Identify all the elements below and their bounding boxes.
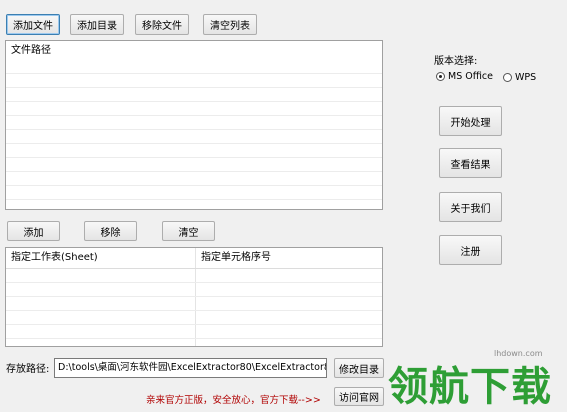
- radio-unchecked-icon: [503, 73, 512, 82]
- add-sheet-button[interactable]: 添加: [7, 221, 60, 241]
- list-row-divider: [6, 129, 382, 130]
- add-directory-button[interactable]: 添加目录: [70, 14, 124, 35]
- list-row-divider: [6, 87, 382, 88]
- list-row-divider: [6, 171, 382, 172]
- about-us-button[interactable]: 关于我们: [439, 192, 502, 222]
- modify-directory-button[interactable]: 修改目录: [334, 358, 384, 378]
- ms-office-label: MS Office: [448, 71, 493, 82]
- wps-label: WPS: [515, 72, 537, 83]
- remove-file-button[interactable]: 移除文件: [135, 14, 189, 35]
- watermark-logo: 领航下载: [388, 364, 552, 410]
- table-row-divider: [6, 310, 382, 311]
- save-path-field[interactable]: D:\tools\桌面\河东软件园\ExcelExtractor80\Excel…: [54, 358, 327, 378]
- file-list[interactable]: 文件路径: [5, 40, 383, 210]
- sheet-column-header[interactable]: 指定工作表(Sheet): [6, 248, 196, 268]
- table-row-divider: [6, 296, 382, 297]
- list-row-divider: [6, 199, 382, 200]
- list-row-divider: [6, 101, 382, 102]
- view-results-button[interactable]: 查看结果: [439, 148, 502, 178]
- start-processing-button[interactable]: 开始处理: [439, 106, 502, 136]
- table-row-divider: [6, 282, 382, 283]
- list-row-divider: [6, 157, 382, 158]
- table-row-divider: [6, 324, 382, 325]
- visit-website-button[interactable]: 访问官网: [334, 387, 384, 406]
- add-file-button[interactable]: 添加文件: [6, 14, 60, 35]
- file-path-column-header[interactable]: 文件路径: [6, 41, 382, 61]
- remove-sheet-button[interactable]: 移除: [84, 221, 137, 241]
- table-row-divider: [6, 268, 382, 269]
- save-path-label: 存放路径:: [6, 364, 50, 375]
- clear-list-button[interactable]: 清空列表: [203, 14, 257, 35]
- version-label: 版本选择:: [434, 56, 478, 67]
- cell-index-column-header[interactable]: 指定单元格序号: [196, 248, 382, 268]
- radio-checked-icon: [436, 72, 445, 81]
- register-button[interactable]: 注册: [439, 235, 502, 265]
- list-row-divider: [6, 143, 382, 144]
- clear-sheets-button[interactable]: 清空: [162, 221, 215, 241]
- column-divider: [195, 248, 196, 346]
- ms-office-radio[interactable]: MS Office: [436, 71, 493, 82]
- list-row-divider: [6, 115, 382, 116]
- sheet-table[interactable]: 指定工作表(Sheet) 指定单元格序号: [5, 247, 383, 347]
- list-row-divider: [6, 73, 382, 74]
- list-row-divider: [6, 185, 382, 186]
- table-row-divider: [6, 338, 382, 339]
- wps-radio[interactable]: WPS: [503, 72, 536, 83]
